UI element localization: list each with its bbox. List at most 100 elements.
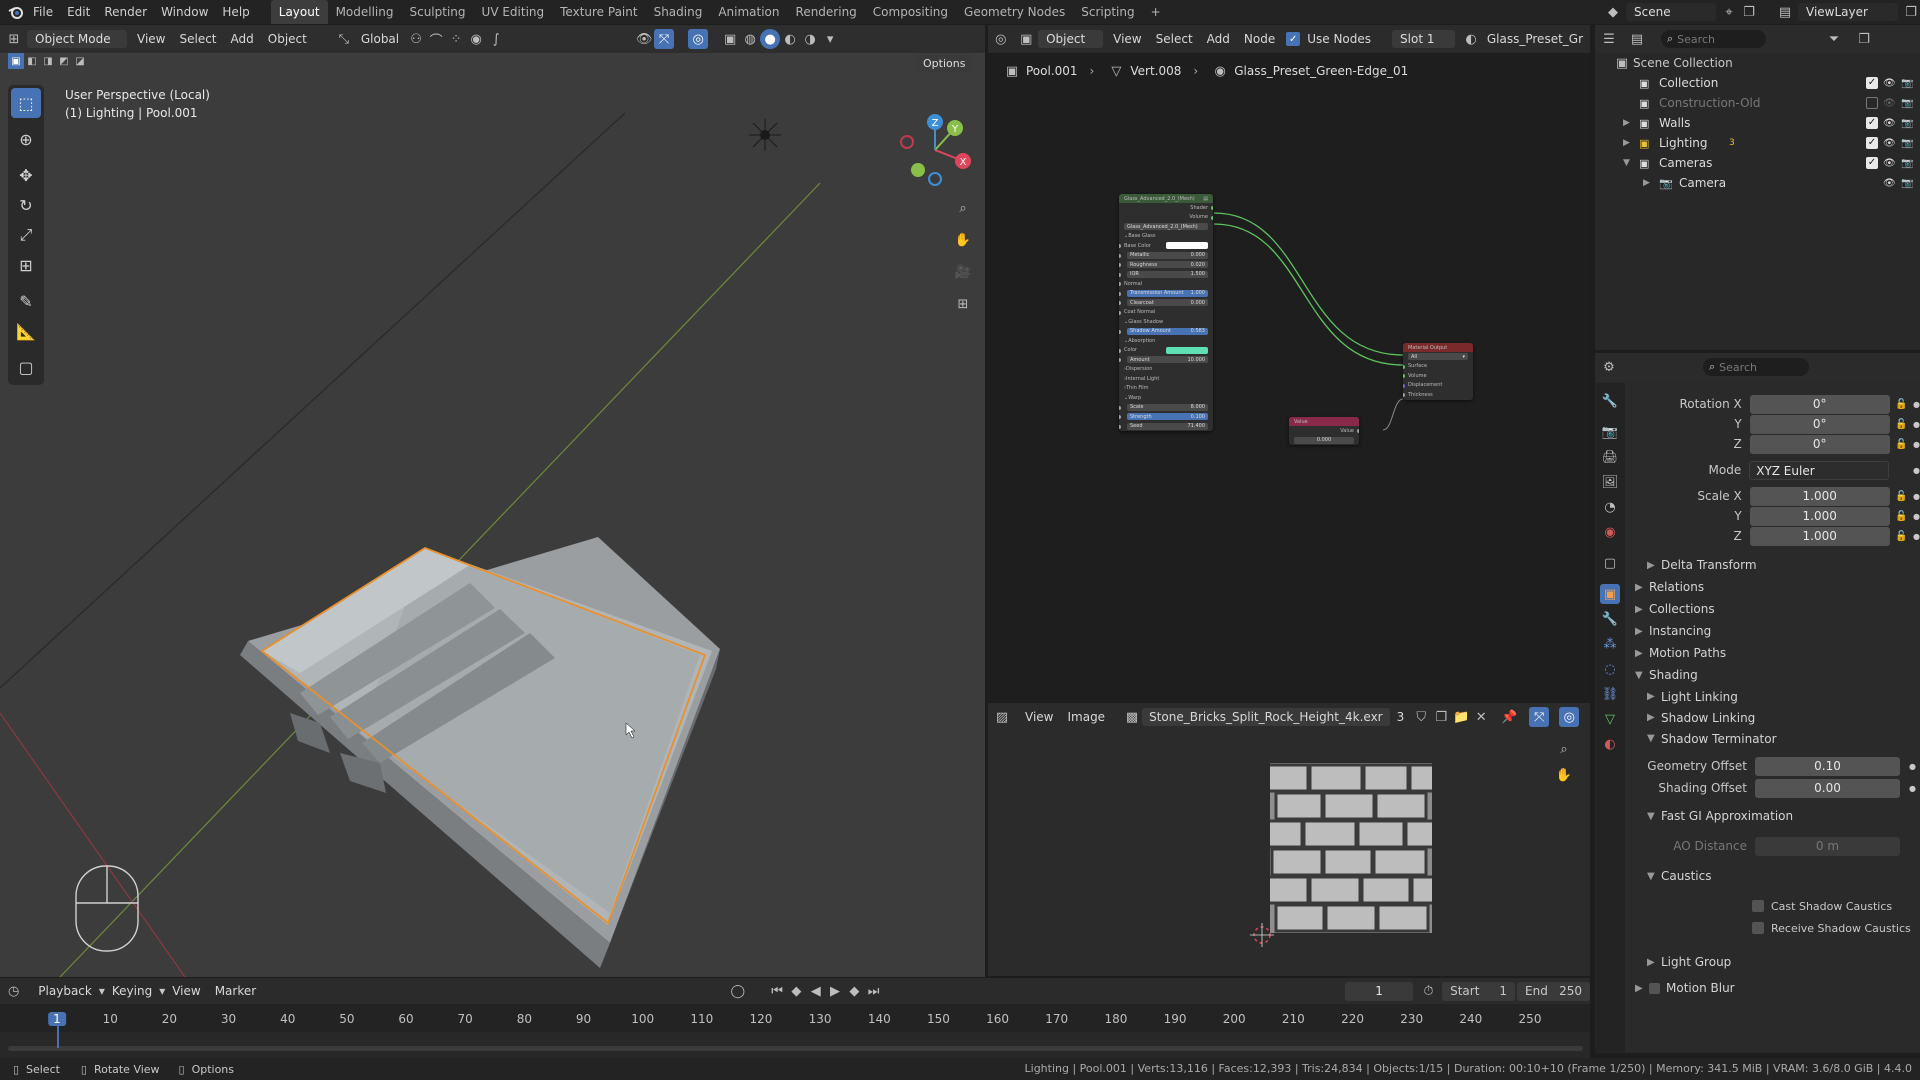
output-target[interactable]: All ▾ <box>1403 352 1473 362</box>
tab-rendering[interactable]: Rendering <box>788 0 865 24</box>
value-link[interactable] <box>1382 398 1404 431</box>
exclude-checkbox-icon[interactable]: ✓ <box>1866 137 1878 149</box>
new-collection-icon[interactable]: ❐ <box>1854 29 1874 49</box>
outliner-item-construction-old[interactable]: ▣ Construction-Old 👁 📷 <box>1595 93 1920 113</box>
overlay-toggle-icon[interactable]: ◎ <box>688 29 709 49</box>
relations-panel[interactable]: ▶ Relations <box>1595 576 1920 598</box>
snap-target-icon[interactable]: ⁘ <box>446 29 466 49</box>
move-tool[interactable]: ✥ <box>11 160 41 190</box>
outliner-item-lighting[interactable]: ▶ ▣ Lighting 3 ✓ 👁 📷 <box>1595 133 1920 153</box>
node-input-ior[interactable]: IOR 1.500 <box>1119 270 1213 280</box>
menu-select[interactable]: Select <box>172 30 223 48</box>
node-input-base-color[interactable]: Base Color <box>1119 241 1213 251</box>
measure-tool[interactable]: 📐 <box>11 316 41 346</box>
viewlayer-name[interactable]: ViewLayer <box>1798 3 1898 21</box>
chevron-right-icon[interactable]: ▶ <box>1643 178 1650 188</box>
2d-cursor-icon[interactable] <box>1250 923 1274 947</box>
node-input-clearcoat[interactable]: Clearcoat 0.000 <box>1119 298 1213 308</box>
node-input-strength[interactable]: Strength 0.100 <box>1119 412 1213 422</box>
keyframe-dot-icon[interactable]: ● <box>1913 440 1920 449</box>
unlink-image-icon[interactable]: ✕ <box>1471 707 1491 727</box>
blender-logo-icon[interactable] <box>6 2 26 22</box>
shader-link[interactable] <box>1213 212 1404 356</box>
pin-icon[interactable]: ⌖ <box>1719 2 1739 22</box>
neg-z-handle[interactable] <box>928 172 942 186</box>
render-toggle-icon[interactable]: 📷 <box>1901 118 1913 129</box>
color-swatch[interactable] <box>1166 346 1208 354</box>
tab-modelling[interactable]: Modelling <box>328 0 402 24</box>
exclude-checkbox-icon[interactable]: ✓ <box>1866 117 1878 129</box>
keyframe-dot-icon[interactable]: ● <box>1913 512 1920 521</box>
start-frame-field[interactable]: Start 1 <box>1442 981 1516 1001</box>
exclude-checkbox-icon[interactable]: ✓ <box>1866 157 1878 169</box>
timeline-ruler[interactable]: 1 10 20 30 40 50 60 70 80 90 100 110 120 130 140 150 160… <box>0 1004 1590 1032</box>
node-value-field[interactable]: Amount 10.000 <box>1127 356 1208 363</box>
fake-user-icon[interactable]: ⛉ <box>1411 707 1431 727</box>
viewlayer-selector[interactable]: ▤ ViewLayer ❐ <box>1775 0 1920 24</box>
geometry-offset-field[interactable]: 0.10 <box>1755 756 1900 776</box>
scale-z-field[interactable]: 1.000 <box>1749 526 1890 546</box>
keyframe-dot-icon[interactable]: ● <box>1909 762 1916 771</box>
end-frame-field[interactable]: End 250 <box>1517 981 1590 1001</box>
socket-icon[interactable] <box>1403 393 1405 397</box>
node-input-shadow-amount[interactable]: Shadow Amount 0.583 <box>1119 327 1213 337</box>
snap-icon[interactable]: ⌒ <box>426 29 446 49</box>
cursor-tool[interactable]: ⊕ <box>11 124 41 154</box>
socket-icon[interactable] <box>1119 329 1121 334</box>
node-value-field[interactable]: IOR 1.500 <box>1127 270 1208 278</box>
menu-playback[interactable]: Playback <box>31 982 99 1000</box>
scene-name[interactable]: Scene <box>1626 3 1716 21</box>
play-icon[interactable]: ▶ <box>825 981 844 1001</box>
play-reverse-icon[interactable]: ◀ <box>806 981 825 1001</box>
pan-hand-icon[interactable]: ✋ <box>1554 765 1574 785</box>
tab-uv-editing[interactable]: UV Editing <box>474 0 553 24</box>
properties-editor[interactable]: ⚙ ⌕ Search 🔧 📷 🖨 🖼 ◔ ◉ ▢ ▣ 🔧 ⁂ ◌ ⛓ ▽ ◐ R… <box>1595 353 1920 1053</box>
keyframe-dot-icon[interactable]: ● <box>1913 466 1920 475</box>
socket-icon[interactable] <box>1119 282 1121 286</box>
camera-view-icon[interactable]: 🎥 <box>950 259 976 285</box>
new-scene-icon[interactable]: ❐ <box>1739 2 1759 22</box>
volume-link[interactable] <box>1213 223 1404 366</box>
keyframe-dot-icon[interactable]: ● <box>1913 420 1920 429</box>
editor-type-icon[interactable]: ▨ <box>992 707 1012 727</box>
menu-keying[interactable]: Keying <box>105 982 159 1000</box>
properties-search[interactable]: ⌕ Search <box>1703 358 1809 376</box>
menu-file[interactable]: File <box>26 0 60 24</box>
node-input-amount[interactable]: Amount 10.000 <box>1119 355 1213 365</box>
socket-icon[interactable] <box>1119 405 1121 410</box>
node-input-seed[interactable]: Seed 71.400 <box>1119 422 1213 432</box>
node-value-field[interactable]: Shadow Amount 0.583 <box>1127 327 1208 335</box>
render-toggle-icon[interactable]: 📷 <box>1901 138 1913 149</box>
node-value-field[interactable]: Transmission Amount 1.000 <box>1127 289 1208 297</box>
filter-icon[interactable]: ⏷ <box>1824 29 1844 49</box>
shading-offset-field[interactable]: 0.00 <box>1755 778 1900 798</box>
tab-compositing[interactable]: Compositing <box>865 0 956 24</box>
glass-group-node[interactable]: Glass_Advanced_2.0_(Mesh) ▤ Shader Volum… <box>1119 194 1213 431</box>
light-object[interactable] <box>749 119 781 151</box>
node-input-metallic[interactable]: Metallic 0.000 <box>1119 251 1213 261</box>
transform-orientation-dropdown[interactable]: Global <box>354 30 406 48</box>
gizmo-toggle-icon[interactable]: ⤧ <box>654 29 675 49</box>
menu-view[interactable]: View <box>130 30 172 48</box>
editor-type-icon[interactable]: ⊞ <box>4 29 24 49</box>
editor-type-icon[interactable]: ☰ <box>1599 29 1619 49</box>
transform-tool[interactable]: ⊞ <box>11 250 41 280</box>
checkbox-icon[interactable] <box>1752 922 1764 934</box>
falloff-icon[interactable]: ∫ <box>486 29 506 49</box>
ortho-grid-icon[interactable]: ⊞ <box>950 291 976 317</box>
pool-object[interactable] <box>240 537 720 968</box>
keyframe-dot-icon[interactable]: ● <box>1913 492 1920 501</box>
pivot-icon[interactable]: ⚇ <box>406 29 426 49</box>
outliner-item-walls[interactable]: ▶ ▣ Walls ✓ 👁 📷 <box>1595 113 1920 133</box>
render-toggle-icon[interactable]: 📷 <box>1901 98 1913 109</box>
display-mode-icon[interactable]: ▤ <box>1627 29 1647 49</box>
node-input-color[interactable]: Color <box>1119 346 1213 356</box>
add-cube-tool[interactable]: ▢ <box>11 352 41 382</box>
socket-icon[interactable] <box>1119 310 1121 315</box>
instancing-panel[interactable]: ▶ Instancing <box>1595 620 1920 642</box>
menu-view[interactable]: View <box>165 982 207 1000</box>
node-value-field[interactable]: Seed 71.400 <box>1127 422 1208 430</box>
scene-collection-row[interactable]: ▣ Scene Collection <box>1595 53 1920 73</box>
delta-transform-panel[interactable]: ▶ Delta Transform <box>1595 554 1920 576</box>
image-browse-icon[interactable]: ▩ <box>1122 707 1142 727</box>
